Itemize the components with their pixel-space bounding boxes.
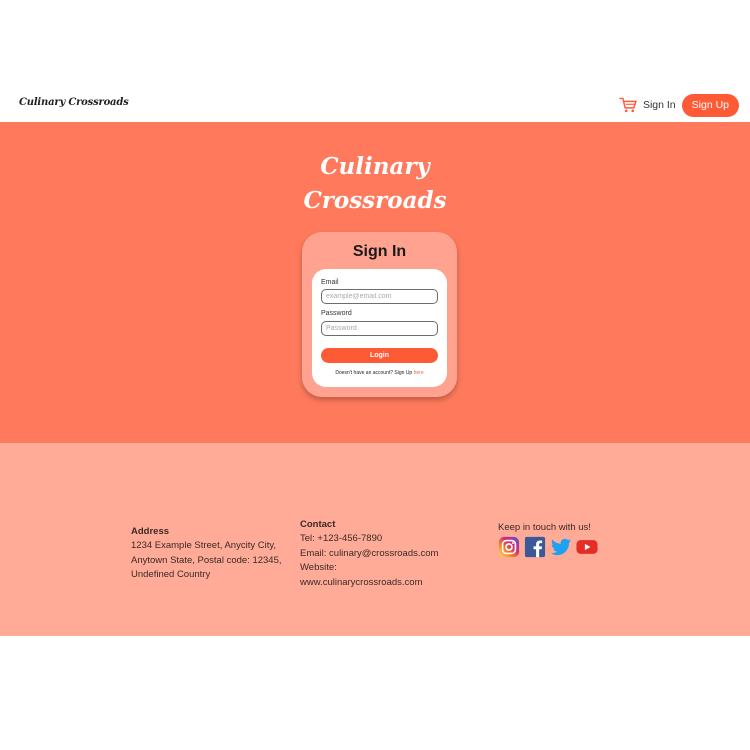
address-line: Undefined Country	[131, 569, 211, 580]
contact-heading: Contact	[300, 519, 336, 530]
footer: Address 1234 Example Street, Anycity Cit…	[0, 443, 750, 636]
login-button[interactable]: Login	[321, 348, 438, 363]
social-links	[498, 536, 598, 558]
email-field[interactable]	[321, 289, 438, 304]
hero-title: Culinary Crossroads	[0, 150, 750, 218]
contact-website: www.culinarycrossroads.com	[300, 576, 423, 588]
contact-email: Email: culinary@crossroads.com	[300, 547, 439, 559]
twitter-icon[interactable]	[550, 536, 572, 558]
contact-text: Tel: +123-456-7890 Email: culinary@cross…	[300, 532, 438, 590]
password-label: Password	[321, 310, 352, 317]
cart-icon[interactable]	[619, 97, 637, 113]
hero-title-line1: Culinary	[320, 153, 430, 180]
instagram-icon[interactable]	[498, 536, 520, 558]
address-heading: Address	[131, 526, 170, 537]
signup-prompt-text: Doesn't have an account? Sign Up	[335, 370, 414, 376]
navbar: Culinary Crossroads Sign In Sign Up	[0, 88, 750, 122]
contact-website-label: Website:	[300, 562, 337, 573]
email-label: Email	[321, 279, 339, 286]
nav-actions: Sign In Sign Up	[619, 93, 739, 117]
address-line: 1234 Example Street, Anycity City,	[131, 540, 277, 551]
hero-section: Culinary Crossroads Sign In Email Passwo…	[0, 122, 750, 443]
nav-signin-link[interactable]: Sign In	[643, 99, 676, 111]
signin-card: Sign In Email Password Login Doesn't hav…	[302, 232, 457, 397]
address-text: 1234 Example Street, Anycity City, Anyto…	[131, 539, 282, 583]
youtube-icon[interactable]	[576, 536, 598, 558]
social-heading: Keep in touch with us!	[498, 522, 591, 533]
address-line: Anytown State, Postal code: 12345,	[131, 554, 282, 566]
facebook-icon[interactable]	[524, 536, 546, 558]
brand-logo[interactable]: Culinary Crossroads	[19, 97, 129, 108]
contact-tel: Tel: +123-456-7890	[300, 533, 383, 544]
signin-card-title: Sign In	[352, 243, 407, 260]
nav-signup-button[interactable]: Sign Up	[681, 93, 739, 117]
hero-title-line2: Crossroads	[303, 187, 447, 214]
signup-prompt: Doesn't have an account? Sign Up here	[312, 370, 447, 376]
signup-here-link[interactable]: here	[414, 370, 424, 376]
signin-form: Email Password Login Doesn't have an acc…	[312, 269, 447, 387]
password-field[interactable]	[321, 321, 438, 336]
